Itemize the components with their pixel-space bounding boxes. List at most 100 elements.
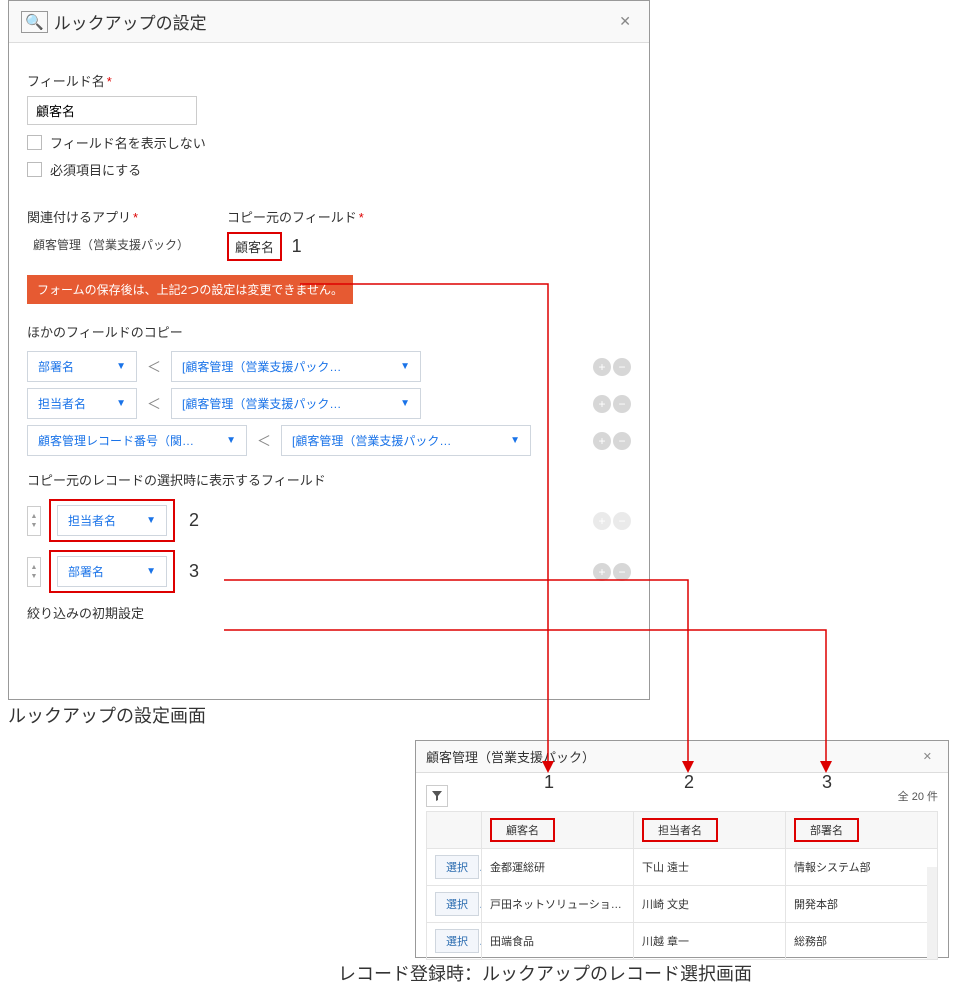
hide-fieldname-label: フィールド名を表示しない [50, 133, 206, 152]
add-icon[interactable]: + [593, 432, 611, 450]
column-header: 部署名 [810, 825, 843, 837]
records-caption: レコード登録時：ルックアップのレコード選択画面 [338, 960, 752, 986]
arrow-left-icon: ＜ [145, 394, 163, 414]
records-title: 顧客管理（営業支援パック） [426, 747, 595, 766]
display-field-highlight: 部署名▼ [49, 550, 175, 593]
chevron-down-icon: ▼ [146, 515, 156, 526]
column-header-highlight: 顧客名 [490, 818, 555, 842]
cell: 田端食品 [482, 923, 634, 960]
chevron-down-icon: ▼ [400, 361, 410, 372]
field-name-input[interactable] [27, 96, 197, 125]
copy-dest-select[interactable]: 部署名▼ [27, 351, 137, 382]
cell: 戸田ネットソリューションズ [482, 886, 634, 923]
chevron-down-icon: ▼ [226, 435, 236, 446]
copy-src-select[interactable]: [顧客管理（営業支援パック…▼ [171, 351, 421, 382]
field-name-label: フィールド名* [27, 71, 631, 90]
copy-source-label: コピー元のフィールド* [227, 207, 364, 226]
display-fields-heading: コピー元のレコードの選択時に表示するフィールド [27, 470, 631, 489]
records-toolbar: 全 20 件 [426, 785, 938, 807]
annotation-number-1: 1 [286, 236, 308, 256]
column-header-highlight: 部署名 [794, 818, 859, 842]
annotation-number-2: 2 [183, 510, 205, 531]
record-select-panel: 顧客管理（営業支援パック） ✕ 全 20 件 顧客名 担当者名 部署名 [415, 740, 949, 958]
records-body: 全 20 件 顧客名 担当者名 部署名 選択 金都運総研 [416, 773, 948, 970]
cell: 川越 章一 [634, 923, 786, 960]
warning-bar: フォームの保存後は、上記2つの設定は変更できません。 [27, 275, 353, 304]
display-field-select[interactable]: 担当者名▼ [57, 505, 167, 536]
table-row: 選択 金都運総研 下山 遠士 情報システム部 [427, 849, 938, 886]
add-icon[interactable]: + [593, 563, 611, 581]
chevron-down-icon: ▼ [146, 566, 156, 577]
panel-title-text: ルックアップの設定 [54, 9, 207, 34]
display-field-select[interactable]: 部署名▼ [57, 556, 167, 587]
lookup-icon: 🔍 [21, 11, 48, 33]
copy-other-heading: ほかのフィールドのコピー [27, 322, 631, 341]
lookup-settings-panel: 🔍 ルックアップの設定 ✕ フィールド名* フィールド名を表示しない 必須項目に… [8, 0, 650, 700]
copy-row: 部署名▼ ＜ [顧客管理（営業支援パック…▼ +− [27, 351, 631, 382]
records-table: 顧客名 担当者名 部署名 選択 金都運総研 下山 遠士 情報システム部 選択 戸… [426, 811, 938, 960]
copy-source-value: 顧客名 [235, 240, 274, 255]
display-field-row: ▲▼ 担当者名▼ 2 +− [27, 499, 631, 542]
annotation-number-3: 3 [183, 561, 205, 582]
select-button[interactable]: 選択 [435, 929, 479, 953]
drag-handle-icon[interactable]: ▲▼ [27, 506, 41, 536]
remove-icon[interactable]: − [613, 512, 631, 530]
remove-icon[interactable]: − [613, 432, 631, 450]
records-header: 顧客管理（営業支援パック） ✕ [416, 741, 948, 773]
panel-body: フィールド名* フィールド名を表示しない 必須項目にする 関連付けるアプリ* 顧… [9, 43, 649, 642]
cell: 金都運総研 [482, 849, 634, 886]
close-icon[interactable]: ✕ [917, 748, 938, 765]
arrow-left-icon: ＜ [255, 431, 273, 451]
arrow-left-icon: ＜ [145, 357, 163, 377]
drag-handle-icon[interactable]: ▲▼ [27, 557, 41, 587]
cell: 総務部 [786, 923, 938, 960]
table-header-row: 顧客名 担当者名 部署名 [427, 812, 938, 849]
required-label: 必須項目にする [50, 160, 141, 179]
copy-src-select[interactable]: [顧客管理（営業支援パック…▼ [171, 388, 421, 419]
app-and-source-row: 関連付けるアプリ* 顧客管理（営業支援パック） コピー元のフィールド* 顧客名 … [27, 195, 631, 261]
annotation-number-2b: 2 [684, 772, 694, 793]
select-button[interactable]: 選択 [435, 855, 479, 879]
close-icon[interactable]: ✕ [613, 11, 637, 32]
copy-row: 担当者名▼ ＜ [顧客管理（営業支援パック…▼ +− [27, 388, 631, 419]
remove-icon[interactable]: − [613, 563, 631, 581]
add-icon[interactable]: + [593, 358, 611, 376]
annotation-number-3b: 3 [822, 772, 832, 793]
cell: 川崎 文史 [634, 886, 786, 923]
scrollbar[interactable] [927, 867, 937, 959]
panel-header: 🔍 ルックアップの設定 ✕ [9, 1, 649, 43]
table-row: 選択 戸田ネットソリューションズ 川崎 文史 開発本部 [427, 886, 938, 923]
chevron-down-icon: ▼ [400, 398, 410, 409]
add-icon[interactable]: + [593, 512, 611, 530]
annotation-number-1b: 1 [544, 772, 554, 793]
column-header: 担当者名 [658, 825, 702, 837]
panel-title: 🔍 ルックアップの設定 [21, 9, 207, 34]
chevron-down-icon: ▼ [510, 435, 520, 446]
filter-icon[interactable] [426, 785, 448, 807]
settings-caption: ルックアップの設定画面 [8, 702, 206, 728]
copy-dest-select[interactable]: 担当者名▼ [27, 388, 137, 419]
remove-icon[interactable]: − [613, 358, 631, 376]
add-icon[interactable]: + [593, 395, 611, 413]
remove-icon[interactable]: − [613, 395, 631, 413]
table-row: 選択 田端食品 川越 章一 総務部 [427, 923, 938, 960]
required-checkbox-row: 必須項目にする [27, 160, 631, 179]
display-field-highlight: 担当者名▼ [49, 499, 175, 542]
chevron-down-icon: ▼ [116, 361, 126, 372]
copy-source-value-box: 顧客名 [227, 232, 282, 261]
filter-heading: 絞り込みの初期設定 [27, 603, 631, 622]
related-app-label: 関連付けるアプリ* [27, 207, 195, 226]
chevron-down-icon: ▼ [116, 398, 126, 409]
copy-row: 顧客管理レコード番号（関…▼ ＜ [顧客管理（営業支援パック…▼ +− [27, 425, 631, 456]
copy-src-select[interactable]: [顧客管理（営業支援パック…▼ [281, 425, 531, 456]
required-checkbox[interactable] [27, 162, 42, 177]
cell: 情報システム部 [786, 849, 938, 886]
copy-dest-select[interactable]: 顧客管理レコード番号（関…▼ [27, 425, 247, 456]
display-field-row: ▲▼ 部署名▼ 3 +− [27, 550, 631, 593]
select-button[interactable]: 選択 [435, 892, 479, 916]
column-header: 顧客名 [506, 825, 539, 837]
hide-fieldname-checkbox-row: フィールド名を表示しない [27, 133, 631, 152]
cell: 下山 遠士 [634, 849, 786, 886]
hide-fieldname-checkbox[interactable] [27, 135, 42, 150]
record-count: 全 20 件 [898, 788, 938, 804]
